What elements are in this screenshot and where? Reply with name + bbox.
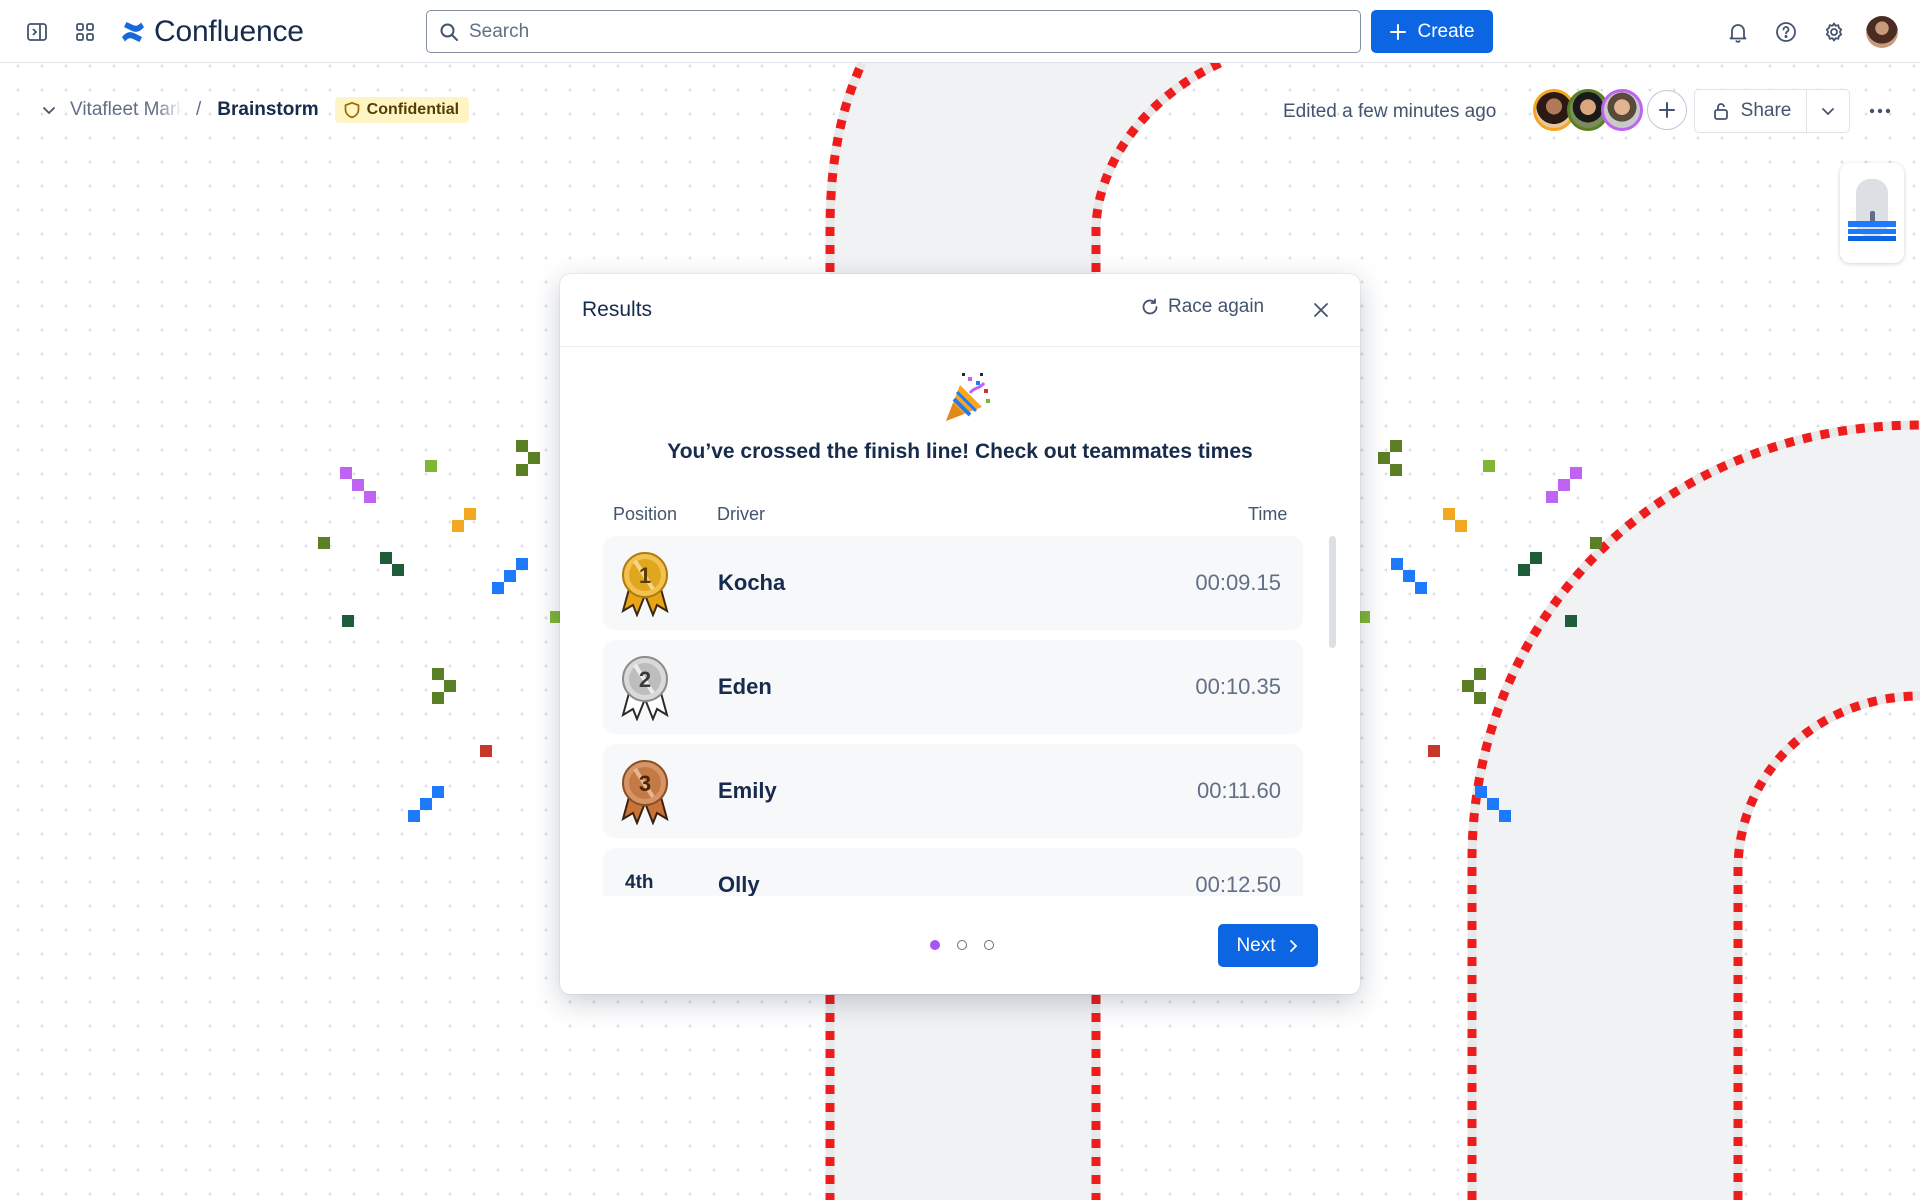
column-header-time: Time xyxy=(1248,504,1288,524)
close-button[interactable] xyxy=(1305,294,1337,326)
chevron-right-icon xyxy=(1289,939,1297,952)
chevron-down-icon[interactable] xyxy=(40,101,58,119)
page-dot-1[interactable] xyxy=(930,940,940,950)
notifications-icon[interactable] xyxy=(1722,16,1754,48)
edited-status: Edited a few minutes ago xyxy=(1283,101,1497,122)
race-time: 00:11.60 xyxy=(1196,778,1281,803)
race-time: 00:09.15 xyxy=(1195,570,1281,595)
add-collaborator-button[interactable] xyxy=(1647,90,1687,130)
race-car-icon xyxy=(1848,179,1896,241)
confluence-logo-icon xyxy=(122,22,144,42)
race-time: 00:10.35 xyxy=(1195,674,1281,699)
next-button-label: Next xyxy=(1236,934,1276,956)
page-dot-3[interactable] xyxy=(984,940,994,950)
profile-avatar[interactable] xyxy=(1866,16,1898,48)
confluence-logo[interactable]: Confluence xyxy=(120,12,304,52)
column-header-position: Position xyxy=(613,504,678,524)
driver-name: Olly xyxy=(718,872,760,896)
results-scrollbar[interactable] xyxy=(1329,536,1336,648)
collaborator-avatars[interactable] xyxy=(1533,89,1687,131)
gold-medal-icon: 1 xyxy=(621,552,669,617)
result-row: 3 Emily 00:11.60 xyxy=(603,744,1303,838)
page-dot-2[interactable] xyxy=(957,940,967,950)
classification-badge[interactable]: Confidential xyxy=(334,97,470,123)
position-label: 4th xyxy=(625,872,654,893)
pagination-dots xyxy=(930,940,994,950)
app-name: Confluence xyxy=(154,15,304,48)
more-actions-icon[interactable] xyxy=(1862,93,1898,129)
refresh-icon xyxy=(1142,298,1158,315)
close-icon xyxy=(1314,303,1328,317)
share-button[interactable]: Share xyxy=(1694,89,1808,133)
help-icon[interactable] xyxy=(1770,16,1802,48)
top-navigation: Confluence Create xyxy=(0,0,1920,63)
silver-medal-icon: 2 xyxy=(621,656,669,721)
sidebar-toggle-icon[interactable] xyxy=(21,16,53,48)
race-game-widget[interactable] xyxy=(1840,163,1904,263)
race-again-button[interactable]: Race again xyxy=(1140,296,1264,318)
breadcrumb-parent[interactable]: Vitafleet Marketing xyxy=(70,99,182,121)
result-row: 4th Olly 00:12.50 xyxy=(603,848,1303,896)
search-bar[interactable] xyxy=(426,10,1361,53)
result-row: 1 Kocha 00:09.15 xyxy=(603,536,1303,630)
dialog-headline: You’ve crossed the finish line! Check ou… xyxy=(667,440,1253,463)
driver-name: Kocha xyxy=(718,570,786,595)
results-dialog: Results Race again You’ve crossed the fi… xyxy=(560,274,1360,994)
share-button-label: Share xyxy=(1740,100,1792,121)
party-popper-icon xyxy=(946,373,990,421)
next-button[interactable]: Next xyxy=(1218,924,1318,967)
unlock-icon xyxy=(1713,103,1728,120)
classification-label: Confidential xyxy=(366,101,460,118)
settings-gear-icon[interactable] xyxy=(1818,16,1850,48)
results-list[interactable]: 1 Kocha 00:09.15 2 Eden 00:10.35 3 Emily… xyxy=(603,536,1303,896)
share-options-button[interactable] xyxy=(1806,89,1850,133)
driver-name: Eden xyxy=(718,674,772,699)
create-button[interactable]: Create xyxy=(1371,10,1493,53)
bronze-medal-icon: 3 xyxy=(621,760,669,825)
medal-rank: 3 xyxy=(639,771,651,796)
breadcrumb-separator: / xyxy=(196,99,202,120)
plus-icon xyxy=(1659,102,1675,118)
result-row: 2 Eden 00:10.35 xyxy=(603,640,1303,734)
medal-rank: 1 xyxy=(639,563,651,588)
search-icon xyxy=(440,23,458,41)
search-input[interactable] xyxy=(469,20,1329,43)
chevron-down-icon xyxy=(1822,108,1834,116)
race-time: 00:12.50 xyxy=(1195,872,1281,896)
race-again-label: Race again xyxy=(1168,296,1265,317)
app-switcher-icon[interactable] xyxy=(69,16,101,48)
column-header-driver: Driver xyxy=(717,504,765,524)
dialog-title: Results xyxy=(582,298,653,321)
collaborator-avatar[interactable] xyxy=(1601,89,1643,131)
page-header: Vitafleet Marketing / Brainstorm Confide… xyxy=(0,63,1920,159)
create-button-label: Create xyxy=(1417,20,1475,42)
shield-icon xyxy=(344,101,359,119)
page-title[interactable]: Brainstorm xyxy=(217,99,318,121)
dialog-header: Results Race again xyxy=(560,274,1360,347)
medal-rank: 2 xyxy=(639,667,651,692)
driver-name: Emily xyxy=(718,778,777,803)
breadcrumb: Vitafleet Marketing / Brainstorm Confide… xyxy=(40,97,470,123)
plus-icon xyxy=(1390,23,1407,40)
